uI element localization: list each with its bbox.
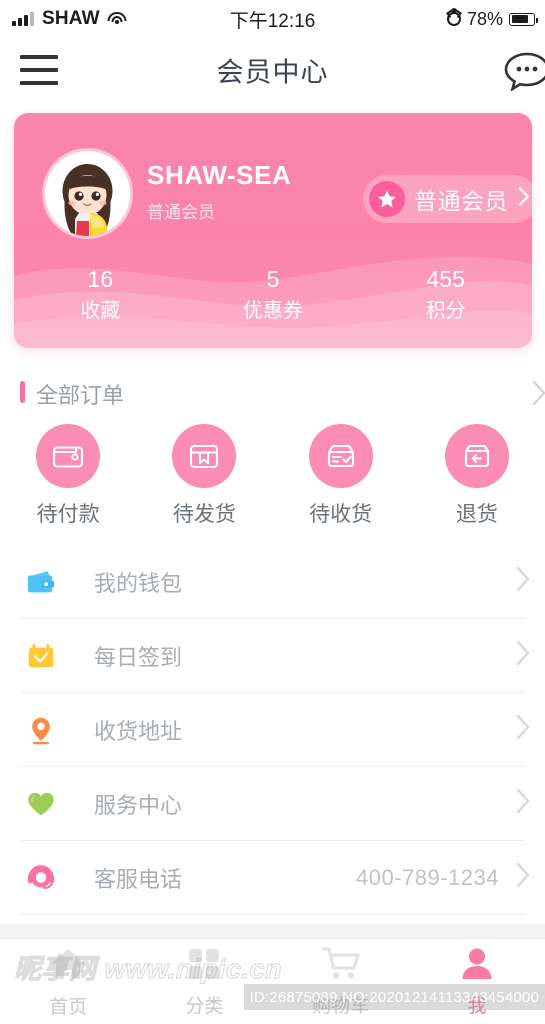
home-icon [48,945,88,988]
menu-item-label: 客服电话 [94,866,183,892]
order-status-return[interactable]: 退货 [409,424,545,528]
person-icon [459,946,495,987]
bottom-spacer [0,924,545,938]
user-level-label: 普通会员 [147,203,215,222]
chevron-right-icon [515,713,531,746]
chevron-right-icon [531,379,545,412]
order-status-row: 待付款 待发货 待收货 退货 [0,424,545,528]
stat-value: 5 [266,266,280,292]
all-orders-header[interactable]: 全部订单 [0,372,545,412]
menu-item-label: 每日签到 [94,644,183,670]
chevron-right-icon [515,787,531,820]
menu-item-my-wallet[interactable]: 我的钱包 [20,545,530,619]
nav-bar: 会员中心 [0,38,545,102]
chevron-right-icon [518,187,530,212]
stat-label: 收藏 [80,300,121,323]
order-status-label: 待收货 [309,503,373,526]
menu-item-shipping-address[interactable]: 收货地址 [20,693,530,767]
profile-card[interactable]: SHAW-SEA 普通会员 普通会员 16 收藏 5 优惠券 455 积分 [14,113,532,348]
membership-badge-label: 普通会员 [414,188,508,214]
status-bar-right: 78% [446,8,538,30]
menu-item-label: 收货地址 [94,718,183,744]
alarm-clock-icon [446,12,461,26]
accent-bar [20,381,25,403]
bottom-tab-bar: 首页 分类 购物车 我 [0,938,545,1024]
wallet-icon [24,565,58,599]
stat-item[interactable]: 16 收藏 [14,263,187,326]
order-status-label: 退货 [455,503,498,526]
stat-label: 优惠券 [243,300,303,323]
stat-label: 积分 [425,300,466,323]
tab-label: 分类 [185,995,224,1017]
tab-cart[interactable]: 购物车 [273,939,409,1024]
order-status-pending-receipt[interactable]: 待收货 [273,424,409,528]
tab-label: 首页 [49,996,88,1018]
avatar[interactable] [45,151,130,236]
grid-icon [186,946,222,987]
chevron-right-icon [515,639,531,672]
stat-item[interactable]: 455 积分 [359,263,532,326]
all-orders-label: 全部订单 [36,383,125,408]
return-box-icon [444,424,509,488]
menu-item-customer-service-phone[interactable]: 客服电话 400-789-1234 [20,841,530,915]
wallet-outline-icon [36,424,101,488]
username-label: SHAW-SEA [147,160,292,190]
menu-item-label: 我的钱包 [94,570,183,596]
status-bar: SHAW 下午12:16 78% [0,0,545,38]
chevron-right-icon [515,861,531,894]
heart-icon [24,787,58,821]
tab-category[interactable]: 分类 [136,939,272,1024]
order-status-label: 待付款 [36,503,100,526]
cart-icon [321,946,361,987]
watermark-id-text: ID:26875089 NO:20201214113343454000 [243,984,545,1010]
tab-home[interactable]: 首页 [0,939,136,1024]
chat-bubble-icon[interactable] [503,49,545,92]
stat-value: 455 [426,266,465,292]
order-status-pending-shipment[interactable]: 待发货 [136,424,272,528]
delivery-check-icon [308,424,373,488]
member-center-screen: SHAW 下午12:16 78% 会员中心 SHAW-SEA 普通会员 普通会员… [0,0,545,1024]
menu-item-daily-checkin[interactable]: 每日签到 [20,619,530,693]
order-status-pending-payment[interactable]: 待付款 [0,424,136,528]
battery-icon [509,12,538,26]
profile-stats: 16 收藏 5 优惠券 455 积分 [14,263,532,326]
battery-percent-label: 78% [466,8,503,29]
star-icon [369,181,405,217]
page-title: 会员中心 [216,57,329,88]
chevron-right-icon [515,565,531,598]
menu-item-label: 服务中心 [94,792,183,818]
stat-value: 16 [87,266,114,292]
menu-item-service-center[interactable]: 服务中心 [20,767,530,841]
location-pin-icon [24,713,58,747]
headset-icon [24,861,58,895]
tab-profile[interactable]: 我 [409,939,545,1024]
calendar-check-icon [24,639,58,673]
membership-badge[interactable]: 普通会员 [363,175,532,223]
package-box-icon [172,424,237,488]
order-status-label: 待发货 [172,503,236,526]
menu-item-value: 400-789-1234 [355,864,499,890]
settings-menu-list: 我的钱包 每日签到 收货地址 服务中心 客服电话 400-789-1234 [0,545,545,915]
stat-item[interactable]: 5 优惠券 [187,263,360,326]
